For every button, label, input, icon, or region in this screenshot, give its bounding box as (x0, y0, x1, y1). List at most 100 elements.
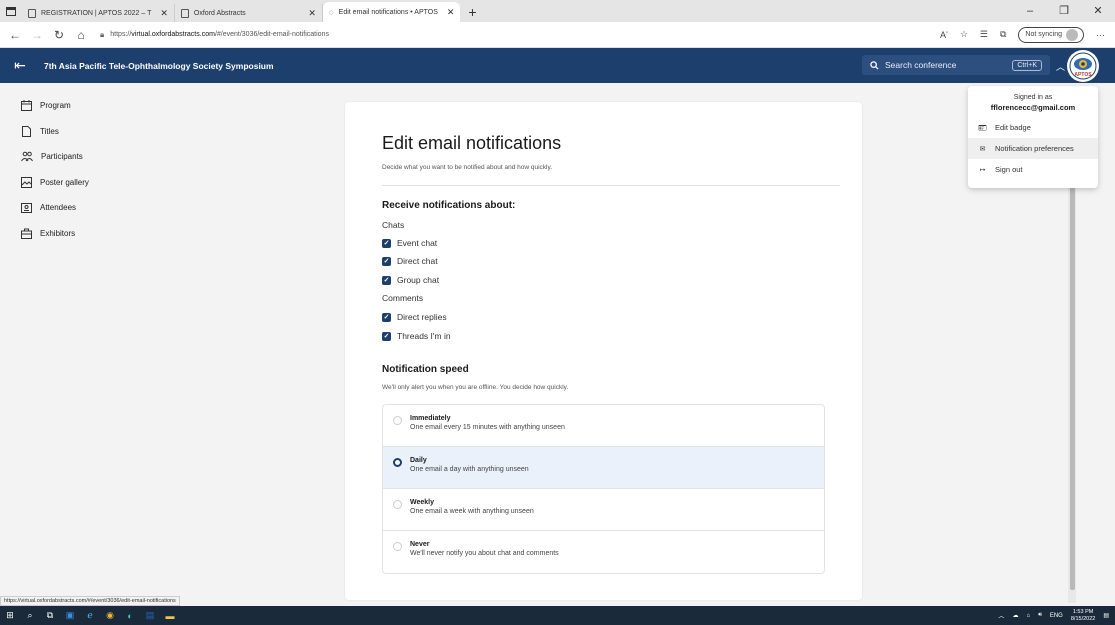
checkbox-checked-icon[interactable]: ✓ (382, 256, 391, 266)
option-title: Never (410, 541, 430, 548)
speed-heading: Notification speed (382, 364, 469, 375)
tab-title: REGISTRATION | APTOS 2022 – T (41, 9, 152, 17)
sidebar: Program Titles Participants Poster galle… (0, 83, 136, 593)
chevron-up-icon[interactable]: ︿ (998, 611, 1004, 620)
divider (382, 185, 840, 186)
sidebar-item-label: Titles (40, 126, 59, 136)
sign-out-icon: ↦ (979, 166, 986, 174)
speed-option-immediately[interactable]: Immediately One email every 15 minutes w… (383, 405, 824, 447)
checkbox-checked-icon[interactable]: ✓ (382, 331, 391, 341)
checkbox-direct-chat[interactable]: ✓ Direct chat (382, 256, 438, 266)
windows-start-icon[interactable]: ⊞ (0, 610, 20, 621)
checkbox-checked-icon[interactable]: ✓ (382, 238, 391, 248)
favorite-icon[interactable]: ☆ (960, 29, 968, 40)
volume-icon[interactable]: 🔊︎ (1038, 612, 1042, 619)
notification-icon[interactable]: ▤ (1103, 612, 1109, 619)
browser-tab-oxford[interactable]: Oxford Abstracts ✕ (175, 4, 323, 22)
radio-unselected[interactable] (393, 416, 402, 425)
checkbox-label: Event chat (397, 238, 438, 248)
restore-icon[interactable]: ❐ (1047, 0, 1081, 22)
account-avatar[interactable]: APTOS (1067, 50, 1099, 82)
radio-selected[interactable] (393, 458, 402, 467)
checkbox-event-chat[interactable]: ✓ Event chat (382, 238, 437, 248)
browser-tab-edit-notifications[interactable]: ◌ Edit email notifications • APTOS ✕ (322, 2, 461, 22)
menu-item-notification-preferences[interactable]: ✉ Notification preferences (968, 138, 1098, 159)
sync-label: Not syncing (1025, 31, 1062, 38)
task-view-icon[interactable]: ⧉ (40, 610, 60, 621)
word-icon[interactable]: ▤ (140, 610, 160, 621)
refresh-icon[interactable]: ↻ (48, 28, 70, 42)
speed-options: Immediately One email every 15 minutes w… (382, 404, 825, 574)
sync-button[interactable]: Not syncing (1018, 26, 1084, 43)
option-description: One email a week with anything unseen (410, 508, 534, 515)
browser-tab-strip: REGISTRATION | APTOS 2022 – T ✕ Oxford A… (0, 0, 1115, 22)
read-aloud-icon[interactable]: Aⁿ (940, 30, 948, 40)
sidebar-item-label: Poster gallery (40, 177, 89, 187)
menu-item-sign-out[interactable]: ↦ Sign out (968, 159, 1098, 180)
collections-icon[interactable]: ⧉ (1000, 29, 1006, 40)
browser-tab-registration[interactable]: REGISTRATION | APTOS 2022 – T ✕ (22, 4, 175, 22)
clock[interactable]: 1:53 PM 8/15/2022 (1071, 609, 1095, 623)
minimize-icon[interactable]: – (1013, 0, 1047, 22)
search-icon[interactable]: ⌕ (20, 610, 40, 621)
outlook-icon[interactable]: ▣ (60, 610, 80, 621)
option-description: One email a day with anything unseen (410, 466, 529, 473)
checkbox-checked-icon[interactable]: ✓ (382, 275, 391, 285)
menu-item-label: Sign out (995, 165, 1023, 174)
checkbox-threads[interactable]: ✓ Threads I'm in (382, 331, 451, 341)
forward-icon[interactable]: → (26, 28, 48, 42)
checkbox-group-chat[interactable]: ✓ Group chat (382, 275, 439, 285)
scrollbar-thumb[interactable] (1070, 185, 1075, 590)
badge-icon (21, 203, 32, 214)
tab-actions-icon[interactable] (0, 0, 22, 22)
checkbox-direct-replies[interactable]: ✓ Direct replies (382, 312, 447, 322)
aptos-logo-icon: APTOS (1069, 52, 1097, 80)
edge-icon[interactable]: ◐ (120, 611, 140, 621)
sidebar-item-program[interactable]: Program (0, 93, 136, 119)
radio-unselected[interactable] (393, 500, 402, 509)
network-icon[interactable]: ⌂ (1026, 613, 1030, 619)
chrome-icon[interactable]: ◉ (100, 610, 120, 621)
sidebar-item-poster-gallery[interactable]: Poster gallery (0, 170, 136, 196)
close-icon[interactable]: ✕ (308, 8, 316, 19)
checkbox-checked-icon[interactable]: ✓ (382, 312, 391, 322)
sidebar-item-attendees[interactable]: Attendees (0, 195, 136, 221)
close-icon[interactable]: ✕ (447, 7, 455, 18)
favorites-list-icon[interactable]: ☰ (980, 29, 988, 40)
speed-subtitle: We'll only alert you when you are offlin… (382, 384, 569, 391)
internet-explorer-icon[interactable]: ℯ (80, 610, 100, 621)
sidebar-item-participants[interactable]: Participants (0, 144, 136, 170)
sidebar-item-titles[interactable]: Titles (0, 119, 136, 145)
onedrive-icon[interactable]: ☁ (1012, 612, 1018, 619)
speed-option-never[interactable]: Never We'll never notify you about chat … (383, 531, 824, 573)
menu-item-label: Notification preferences (995, 144, 1074, 153)
home-icon[interactable]: ⌂ (70, 28, 92, 42)
collapse-menu-icon[interactable]: ⇤ (0, 57, 40, 74)
page-subtitle: Decide what you want to be notified abou… (382, 164, 553, 171)
calendar-icon (21, 100, 32, 112)
new-tab-button[interactable]: + (460, 2, 484, 22)
account-menu: Signed in as fflorencecc@gmail.com 🪪︎ Ed… (968, 86, 1098, 188)
sidebar-item-exhibitors[interactable]: Exhibitors (0, 221, 136, 247)
people-icon (21, 151, 33, 162)
logo-text: APTOS (1074, 72, 1092, 78)
close-icon[interactable]: ✕ (160, 8, 168, 19)
profile-avatar (1066, 28, 1078, 41)
search-conference-button[interactable]: Search conference Ctrl+K (862, 55, 1050, 75)
radio-unselected[interactable] (393, 542, 402, 551)
option-title: Weekly (410, 499, 434, 506)
back-icon[interactable]: ← (4, 28, 26, 42)
language-indicator[interactable]: ENG (1050, 613, 1063, 619)
more-icon[interactable]: ··· (1096, 30, 1105, 40)
search-icon (870, 60, 879, 70)
close-window-icon[interactable]: ✕ (1081, 0, 1115, 22)
chevron-up-icon[interactable]: ︿ (1056, 60, 1065, 73)
url-field[interactable]: 🔒︎ https://virtual.oxfordabstracts.com/#… (92, 30, 940, 40)
menu-item-edit-badge[interactable]: 🪪︎ Edit badge (968, 117, 1098, 138)
url-host: virtual.oxfordabstracts.com (131, 31, 215, 38)
sidebar-item-label: Program (40, 101, 71, 111)
comments-label: Comments (382, 293, 424, 303)
speed-option-daily[interactable]: Daily One email a day with anything unse… (383, 447, 824, 489)
file-explorer-icon[interactable]: ▬ (160, 611, 180, 621)
speed-option-weekly[interactable]: Weekly One email a week with anything un… (383, 489, 824, 531)
